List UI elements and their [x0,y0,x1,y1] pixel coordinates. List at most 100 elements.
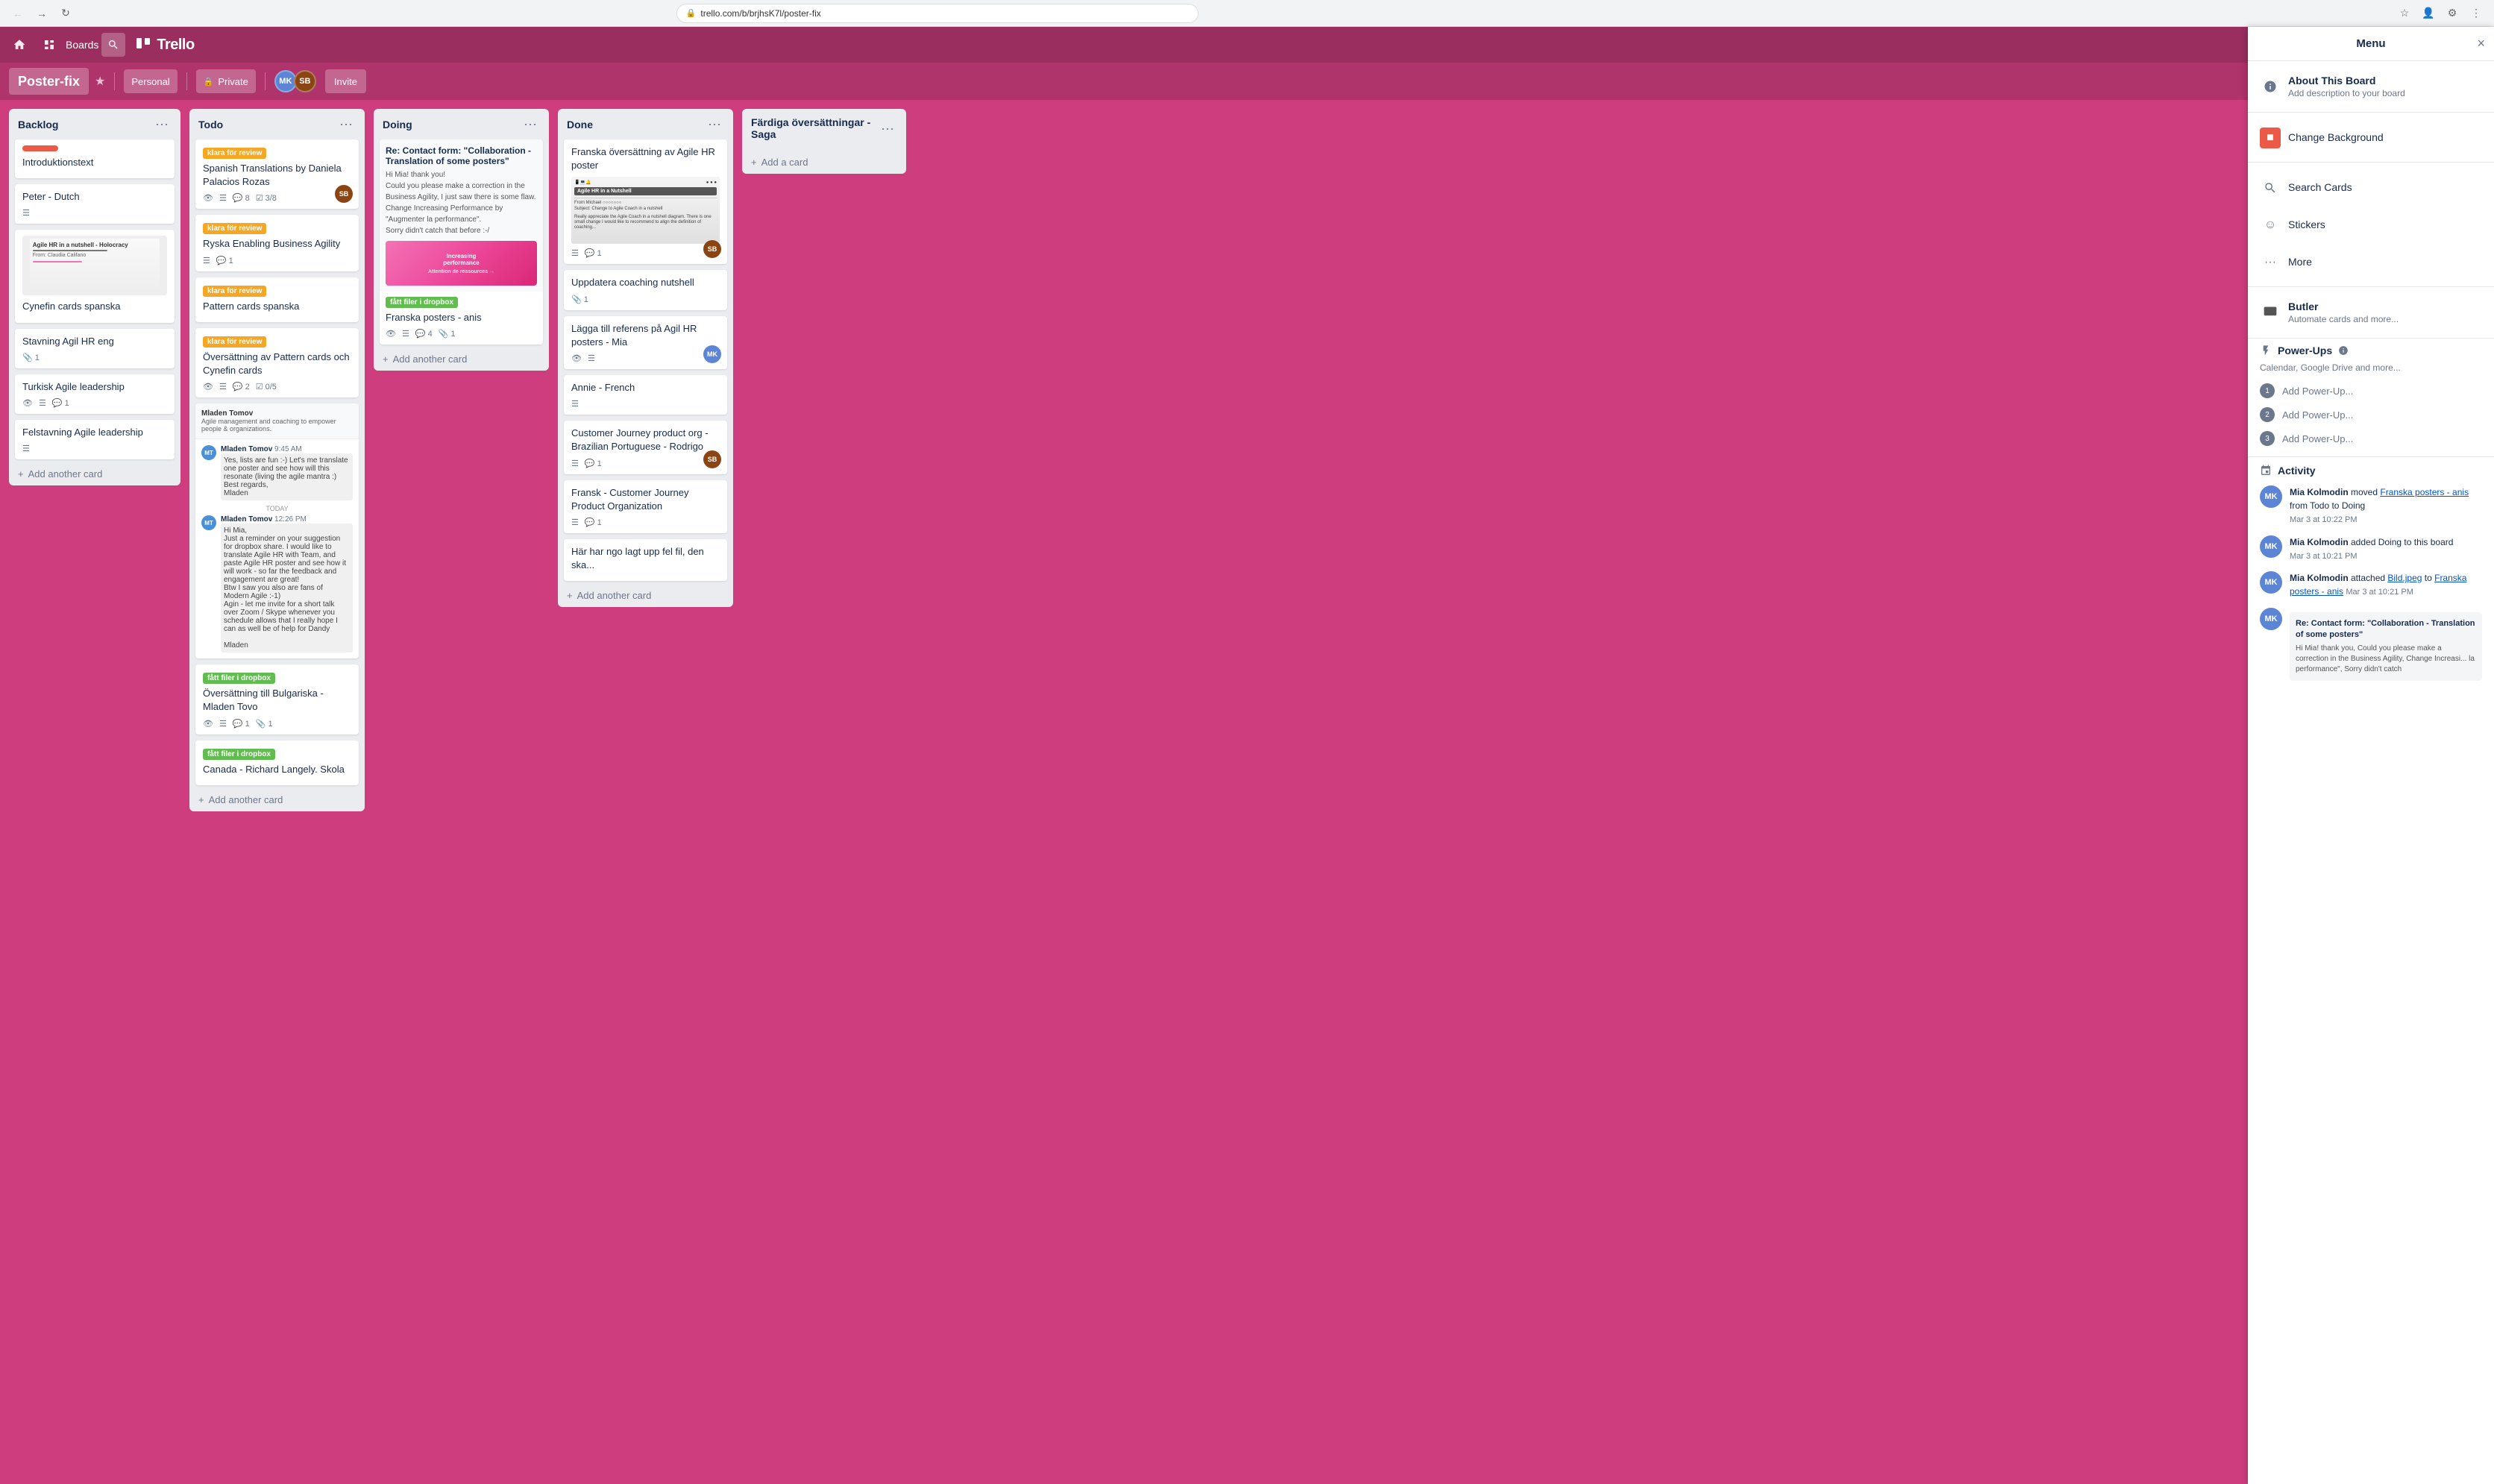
card-pattern-spanska[interactable]: klara för review Pattern cards spanska [195,277,359,322]
star-page-button[interactable]: ☆ [2396,4,2413,22]
member-avatar-sb[interactable]: SB [294,70,316,92]
powerup-add-2[interactable]: 2 Add Power-Up... [2260,403,2482,427]
list-done-menu-button[interactable]: ··· [705,116,724,132]
card-bulgariska[interactable]: fått filer i dropbox Översättning till B… [195,664,359,734]
card-badge: klara för review [203,148,266,159]
visibility-label: Private [218,76,248,87]
menu-item-more[interactable]: ··· More [2248,243,2494,280]
activity-link-franska[interactable]: Franska posters - anis [2380,487,2469,497]
list-doing-title: Doing [383,119,412,131]
card-peter-dutch[interactable]: Peter - Dutch ☰ [15,184,175,224]
list-done: Done ··· Franska översättning av Agile H… [558,109,733,607]
card-turkisk[interactable]: Turkisk Agile leadership 👁 ☰ 💬 1 [15,374,175,414]
add-card-todo-button[interactable]: + Add another card [189,788,365,811]
menu-button[interactable]: ⋮ [2467,4,2485,22]
menu-item-butler[interactable]: Butler Automate cards and more... [2248,293,2494,332]
add-card-fagliga-button[interactable]: + Add a card [742,151,906,174]
add-card-backlog-button[interactable]: + Add another card [9,462,180,485]
secure-icon: 🔒 [686,8,697,18]
card-title: Uppdatera coaching nutshell [571,276,720,289]
card-uppdatera[interactable]: Uppdatera coaching nutshell 📎 1 [564,270,727,309]
card-fransk[interactable]: Fransk - Customer Journey Product Organi… [564,480,727,533]
card-canada[interactable]: fått filer i dropbox Canada - Richard La… [195,741,359,785]
menu-close-button[interactable]: × [2477,36,2485,51]
butler-desc: Automate cards and more... [2288,314,2482,324]
boards-nav-button[interactable] [36,31,63,58]
add-card-doing-button[interactable]: + Add another card [374,348,549,371]
forward-button[interactable]: → [33,4,51,22]
card-franska-oversattning[interactable]: Franska översättning av Agile HR poster … [564,139,727,264]
list-fagliga-title: Färdiga översättningar - Saga [751,116,878,140]
extensions-button[interactable]: ⚙ [2443,4,2461,22]
background-label: Change Background [2288,131,2384,143]
card-oversattning-pattern[interactable]: klara för review Översättning av Pattern… [195,328,359,397]
list-backlog-cards: Introduktionstext Peter - Dutch ☰ Agile … [9,136,180,462]
list-todo-menu-button[interactable]: ··· [336,116,356,132]
powerup-add-1[interactable]: 1 Add Power-Up... [2260,379,2482,403]
card-introduktionstext[interactable]: Introduktionstext [15,139,175,178]
info-icon [2338,345,2349,356]
team-button[interactable]: Personal [124,69,177,93]
chat-org-line: Mladen Tomov [201,409,353,418]
list-todo: Todo ··· klara för review Spanish Transl… [189,109,365,811]
board-title-button[interactable]: Poster-fix [9,68,89,95]
visibility-button[interactable]: 🔒 Private [196,69,256,93]
card-felstavning[interactable]: Felstavning Agile leadership ☰ [15,420,175,459]
search-button[interactable] [101,33,125,57]
card-stavning[interactable]: Stavning Agil HR eng 📎 1 [15,329,175,368]
card-meta: ☰ [22,444,167,453]
more-icon: ··· [2260,252,2281,273]
chat-messages-area: MT Mladen Tomov 9:45 AM Yes, lists are f… [195,439,359,658]
card-comments-icon: 💬 1 [585,248,602,258]
add-card-icon: + [383,353,389,365]
profile-button[interactable]: 👤 [2419,4,2437,22]
card-member-avatar-sb: SB [703,450,721,468]
card-eye-icon: 👁 [203,719,213,729]
card-badge: fått filer i dropbox [203,673,275,684]
card-member-avatar-mk: MK [703,345,721,363]
powerup-add-3[interactable]: 3 Add Power-Up... [2260,427,2482,450]
background-icon: ■ [2260,128,2281,148]
menu-item-stickers[interactable]: ☺ Stickers [2248,206,2494,243]
activity-text-2: Mia Kolmodin added Doing to this board M… [2290,535,2453,563]
email-card-title: Re: Contact form: "Collaboration - Trans… [386,145,537,166]
list-backlog-menu-button[interactable]: ··· [152,116,172,132]
card-ryska[interactable]: klara för review Ryska Enabling Business… [195,215,359,271]
menu-sidebar: Menu × About This Board Add description … [2248,27,2494,1484]
invite-button[interactable]: Invite [325,69,366,93]
add-card-label: Add another card [28,468,103,480]
list-doing-menu-button[interactable]: ··· [521,116,540,132]
board-members: MK SB [274,70,316,92]
activity-link-bild[interactable]: Bild.jpeg [2387,573,2422,583]
menu-item-about[interactable]: About This Board Add description to your… [2248,67,2494,106]
powerups-label: Power-Ups [2278,345,2332,356]
menu-background-section: ■ Change Background [2248,113,2494,163]
card-attach-icon: 📎 1 [22,353,40,362]
board-star-button[interactable]: ★ [95,74,105,89]
boards-icon [43,39,55,51]
card-title: Franska översättning av Agile HR poster [571,145,720,172]
card-meta: 👁 ☰ 💬 1 [22,398,167,408]
add-card-done-button[interactable]: + Add another card [558,584,733,607]
card-spanish[interactable]: klara för review Spanish Translations by… [195,139,359,209]
card-annie-french[interactable]: Annie - French ☰ [564,375,727,415]
card-contact-form[interactable]: Re: Contact form: "Collaboration - Trans… [380,139,543,345]
add-card-icon: + [18,468,24,480]
home-button[interactable] [6,31,33,58]
activity-preview-text: Hi Mia! thank you, Could you please make… [2296,644,2476,675]
about-desc: Add description to your board [2288,88,2482,98]
card-har-har[interactable]: Här har ngo lagt upp fel fil, den ska... [564,539,727,581]
url-bar[interactable]: 🔒 trello.com/b/brjhsK7l/poster-fix [676,4,1199,23]
menu-item-search[interactable]: Search Cards [2248,169,2494,206]
card-preview-image: Agile HR in a nutshell - Holocracy From:… [22,236,167,295]
reload-button[interactable]: ↻ [57,4,75,22]
card-mladen-chat[interactable]: Mladen Tomov Agile management and coachi… [195,403,359,658]
list-fagliga-menu-button[interactable]: ··· [878,121,897,136]
card-lagga-till[interactable]: Lägga till referens på Agil HR posters -… [564,316,727,369]
card-customer-journey[interactable]: Customer Journey product org - Brazilian… [564,421,727,474]
trello-logo: Trello [134,36,194,54]
back-button[interactable]: ← [9,4,27,22]
menu-item-background[interactable]: ■ Change Background [2248,119,2494,156]
card-cynefin[interactable]: Agile HR in a nutshell - Holocracy From:… [15,230,175,322]
list-doing: Doing ··· Re: Contact form: "Collaborati… [374,109,549,371]
